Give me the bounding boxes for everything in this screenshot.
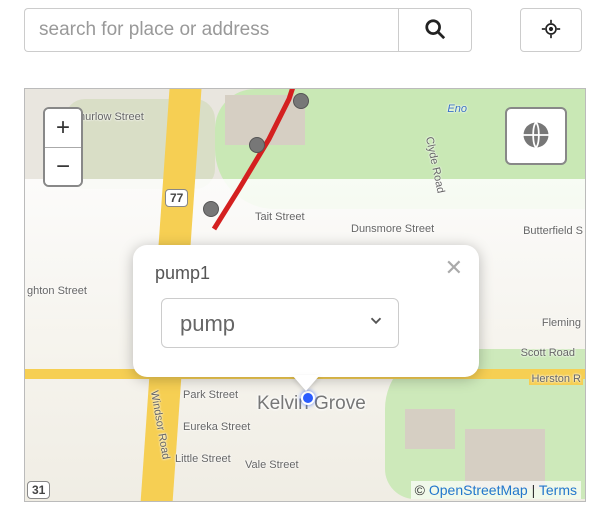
- street-label: Herston R: [529, 373, 583, 385]
- feature-popup: ✕ pump1 pump: [133, 245, 479, 377]
- street-label: hurlow Street: [79, 111, 144, 123]
- type-select-wrap: pump: [161, 298, 399, 348]
- street-label: Eno: [447, 103, 467, 115]
- street-label: Tait Street: [255, 211, 305, 223]
- street-label: Little Street: [175, 453, 231, 465]
- search-button[interactable]: [398, 8, 472, 52]
- search-input[interactable]: [24, 8, 398, 52]
- street-label: Scott Road: [521, 347, 575, 359]
- street-label: Vale Street: [245, 459, 299, 471]
- basemap-button[interactable]: [505, 107, 567, 165]
- popup-close-button[interactable]: ✕: [443, 255, 465, 281]
- crosshair-icon: [541, 19, 561, 42]
- type-select[interactable]: pump: [161, 298, 399, 348]
- network-node[interactable]: [203, 201, 219, 217]
- attrib-prefix: ©: [415, 482, 429, 498]
- network-node[interactable]: [249, 137, 265, 153]
- search-bar: [4, 4, 602, 52]
- zoom-out-button[interactable]: −: [45, 147, 81, 185]
- highway-shield: 77: [165, 189, 188, 207]
- zoom-in-button[interactable]: +: [45, 109, 81, 147]
- terms-link[interactable]: Terms: [539, 482, 577, 498]
- attrib-sep: |: [528, 482, 539, 498]
- popup-title: pump1: [155, 263, 457, 284]
- network-node[interactable]: [293, 93, 309, 109]
- street-label: Park Street: [183, 389, 238, 401]
- osm-link[interactable]: OpenStreetMap: [429, 482, 528, 498]
- street-label: Eureka Street: [183, 421, 250, 433]
- locate-button[interactable]: [520, 8, 582, 52]
- map-marker[interactable]: [301, 391, 315, 405]
- close-icon: ✕: [445, 255, 463, 280]
- search-icon: [424, 18, 446, 43]
- zoom-control: + −: [43, 107, 83, 187]
- map-attribution: © OpenStreetMap | Terms: [411, 481, 581, 499]
- highway-shield: 31: [27, 481, 50, 499]
- street-label: Dunsmore Street: [351, 223, 434, 235]
- street-label: ghton Street: [27, 285, 87, 297]
- street-label: Butterfield S: [523, 225, 583, 237]
- popup-tip: [292, 375, 320, 391]
- globe-icon: [521, 120, 551, 153]
- map[interactable]: hurlow Street Tait Street Dunsmore Stree…: [24, 88, 586, 502]
- street-label: Fleming: [542, 317, 581, 329]
